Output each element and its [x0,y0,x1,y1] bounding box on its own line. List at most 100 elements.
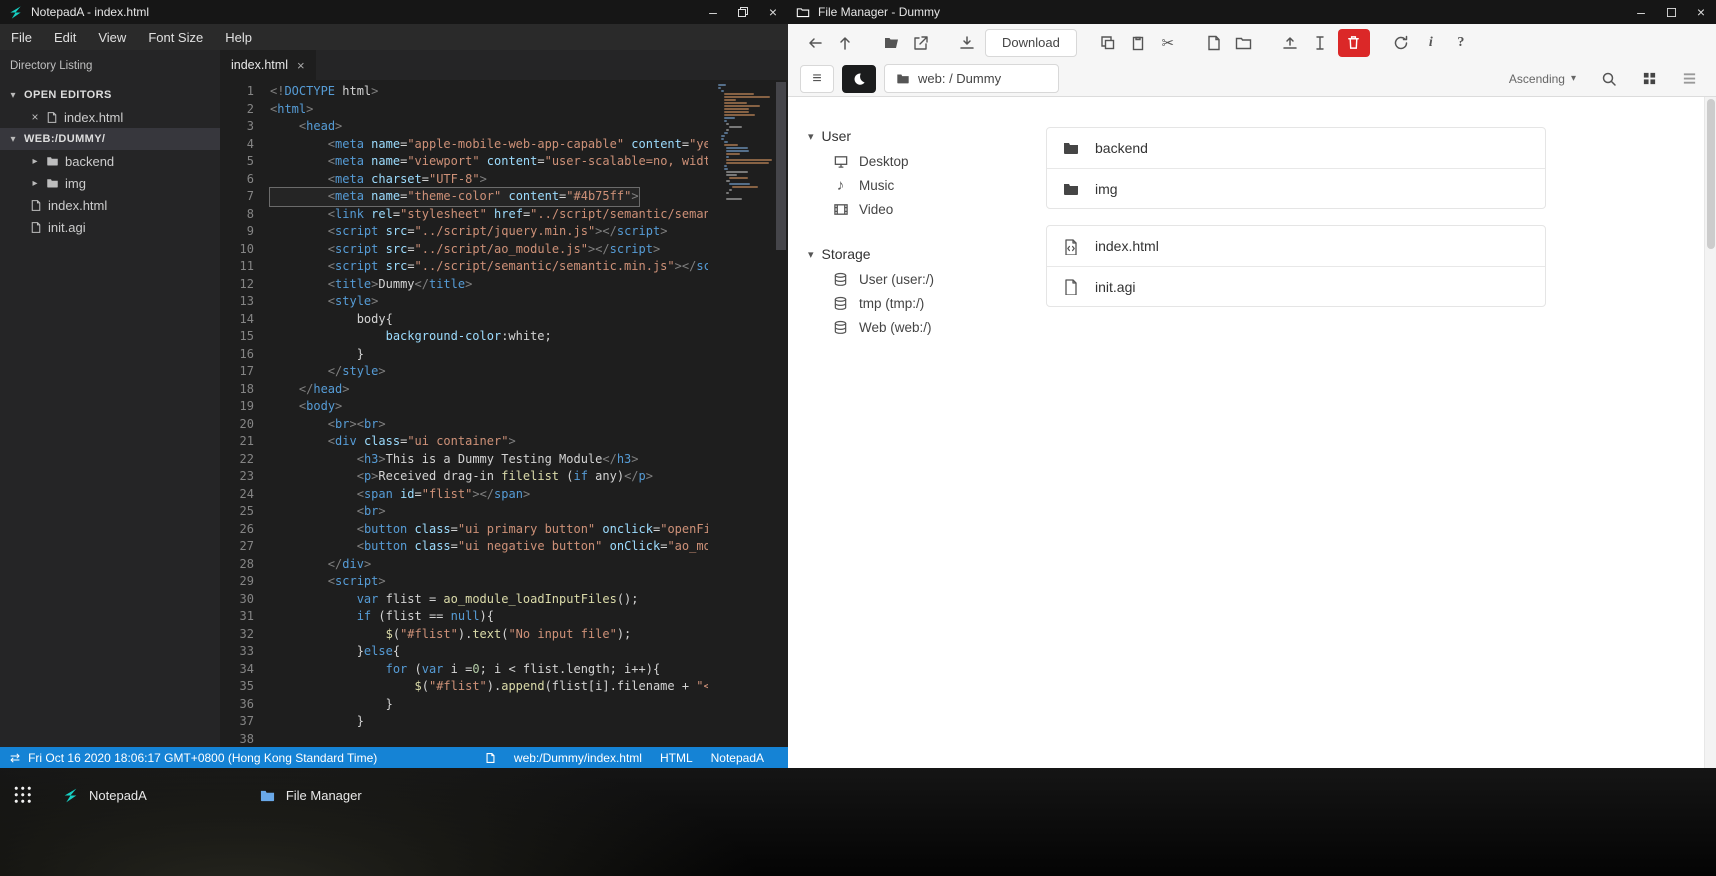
close-icon[interactable]: × [758,0,788,24]
restore-icon[interactable] [728,0,758,24]
file-row-init-agi[interactable]: init.agi [1047,266,1545,306]
code-area[interactable]: 1 <!DOCTYPE html> 2 <html> 3 <head> 4 <meta n… [220,80,708,747]
tree-item-init-agi[interactable]: init.agi [0,216,220,238]
breadcrumb[interactable]: web: / Dummy [884,64,1059,93]
open-editor-item[interactable]: × index.html [0,106,220,128]
folder-icon [259,788,276,803]
drive-icon [832,296,849,311]
open-editors-header[interactable]: ▾ OPEN EDITORS [0,84,220,106]
workspace-root[interactable]: ▾ WEB:/DUMMY/ [0,128,220,150]
help-icon[interactable]: ? [1446,29,1476,57]
close-icon[interactable]: × [1686,0,1716,24]
status-filepath[interactable]: web:/Dummy/index.html [514,751,642,765]
sidebar-section-storage[interactable]: ▾ Storage [808,241,1018,267]
paste-button[interactable] [1123,29,1153,57]
delete-button[interactable] [1337,28,1370,57]
scrollbar-thumb[interactable] [1706,99,1715,249]
filemanager-toolbar: Download ✂ i ? [788,24,1716,61]
menu-button[interactable]: ≡ [800,64,834,93]
tab-label: index.html [231,58,288,72]
file-icon [30,199,42,212]
up-button[interactable] [830,29,860,57]
breadcrumb-path: web: / Dummy [918,71,1002,86]
tab-close-icon[interactable]: × [297,58,305,73]
back-button[interactable] [800,29,830,57]
tree-item-backend[interactable]: ▸ backend [0,150,220,172]
sidebar-item-user-drive[interactable]: User (user:/) [808,267,1018,291]
menu-edit[interactable]: Edit [43,24,87,50]
file-name: backend [1095,140,1148,156]
window-scrollbar[interactable] [1704,97,1716,768]
sidebar-item-video[interactable]: Video [808,197,1018,221]
sidebar-item-tmp-drive[interactable]: tmp (tmp:/) [808,291,1018,315]
close-icon[interactable]: × [30,110,40,124]
editor-scrollbar[interactable] [774,80,788,747]
file-row-backend[interactable]: backend [1047,128,1545,168]
scrollbar-thumb[interactable] [776,82,786,250]
cut-icon[interactable]: ✂ [1153,29,1183,57]
filemanager-window: File Manager - Dummy – × Download ✂ i ? … [788,0,1716,768]
upload-button[interactable] [1275,29,1305,57]
file-icon [485,752,496,764]
desktop-icon [832,154,849,169]
chevron-down-icon: ▾ [808,130,814,143]
sidebar-item-web-drive[interactable]: Web (web:/) [808,315,1018,339]
file-name: img [1095,180,1118,197]
video-icon [832,202,849,217]
rename-button[interactable] [1305,29,1335,57]
hamburger-icon: ≡ [812,69,822,87]
file-code-icon [1061,238,1081,255]
refresh-button[interactable] [1386,29,1416,57]
filemanager-titlebar[interactable]: File Manager - Dummy – × [788,0,1716,24]
info-icon[interactable]: i [1416,29,1446,57]
sort-dropdown[interactable]: Ascending ▾ [1509,72,1576,86]
editor-pane: index.html × 1 <!DOCTYPE html> 2 <html> 3 <h… [220,50,788,747]
folder-icon [1061,181,1081,197]
copy-button[interactable] [1093,29,1123,57]
new-folder-button[interactable] [1229,29,1259,57]
file-list: backend img index.html init.agi [1018,97,1716,768]
chevron-right-icon: ▸ [32,155,38,167]
taskbar-item-filemanager[interactable]: File Manager [259,783,362,807]
sidebar-section-user[interactable]: ▾ User [808,123,1018,149]
list-view-icon[interactable] [1674,65,1704,93]
sync-icon: ⇄ [10,750,21,765]
folder-icon [796,6,810,19]
drive-icon [832,320,849,335]
status-appname: NotepadA [710,750,764,765]
sidebar-item-music[interactable]: ♪ Music [808,173,1018,197]
maximize-icon[interactable] [1656,0,1686,24]
folder-icon [46,177,59,189]
chevron-down-icon: ▾ [10,133,16,145]
notepada-menubar: File Edit View Font Size Help [0,24,788,50]
sidebar-item-desktop[interactable]: Desktop [808,149,1018,173]
search-icon[interactable] [1594,65,1624,93]
open-in-new-window-button[interactable] [906,29,936,57]
new-file-button[interactable] [1199,29,1229,57]
notepada-window-title: NotepadA - index.html [31,5,150,19]
minimize-icon[interactable]: – [1626,0,1656,24]
chevron-right-icon: ▸ [32,177,38,189]
minimap[interactable] [718,84,773,201]
tree-item-img[interactable]: ▸ img [0,172,220,194]
tree-item-index-html[interactable]: index.html [0,194,220,216]
grid-view-icon[interactable] [1634,65,1664,93]
download-button[interactable]: Download [985,28,1077,57]
app-launcher-icon[interactable] [13,785,32,804]
taskbar-item-notepada[interactable]: NotepadA [62,783,147,807]
menu-help[interactable]: Help [214,24,263,50]
chevron-down-icon: ▾ [10,89,16,101]
download-icon-button[interactable] [952,29,982,57]
music-icon: ♪ [836,176,845,194]
minimize-icon[interactable]: – [698,0,728,24]
menu-view[interactable]: View [87,24,137,50]
status-language[interactable]: HTML [660,751,693,765]
open-folder-button[interactable] [876,29,906,57]
file-row-index-html[interactable]: index.html [1047,226,1545,266]
dark-mode-button[interactable] [842,64,876,93]
menu-file[interactable]: File [0,24,43,50]
tab-index-html[interactable]: index.html × [220,50,316,80]
notepada-titlebar[interactable]: NotepadA - index.html – × [0,0,788,24]
file-row-img[interactable]: img [1047,168,1545,208]
menu-font-size[interactable]: Font Size [137,24,214,50]
